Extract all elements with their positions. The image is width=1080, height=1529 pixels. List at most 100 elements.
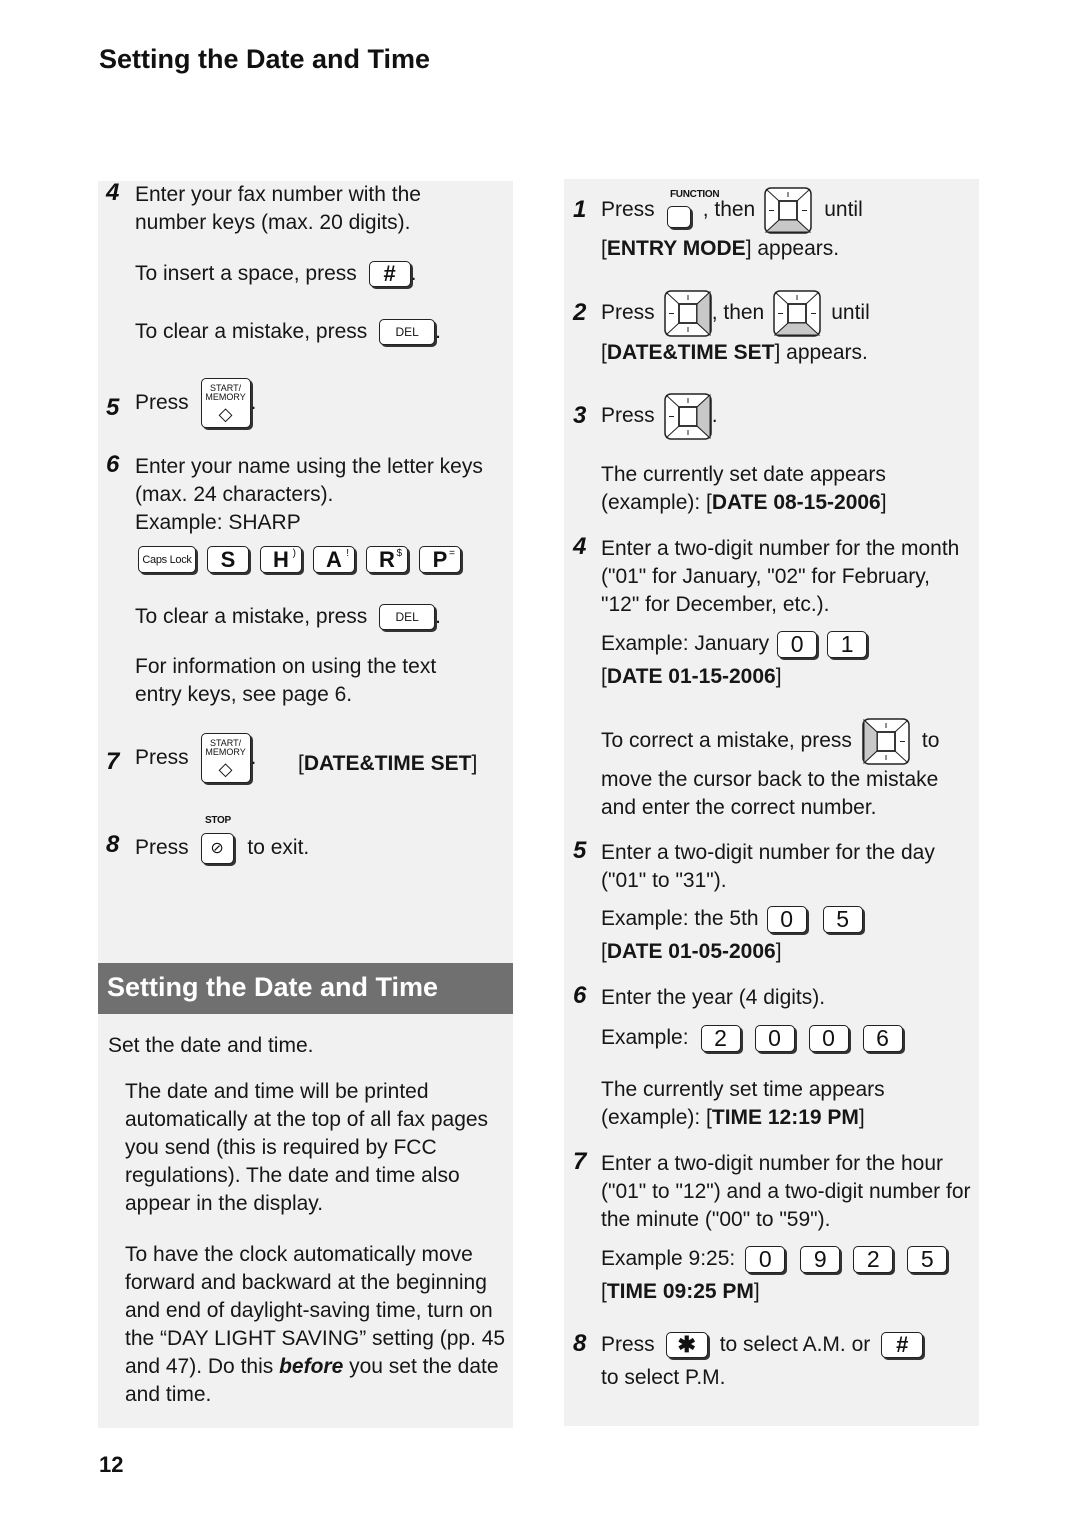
key-alt-label: $ bbox=[396, 548, 402, 559]
press-text: Press bbox=[601, 198, 655, 221]
example-prefix: (example): [ bbox=[601, 1106, 712, 1129]
step-5-row: Press START/ MEMORY ◇ . bbox=[135, 378, 256, 428]
step-8-row: Press ✱ to select A.M. or # bbox=[601, 1331, 924, 1359]
nav-pad-down-icon bbox=[773, 290, 821, 337]
del-key-icon: DEL bbox=[379, 604, 436, 631]
display-message: [DATE&TIME SET] bbox=[298, 750, 477, 778]
appears-text: ] appears. bbox=[745, 237, 840, 260]
letter-key-icon: P = bbox=[419, 546, 461, 573]
step-number: 5 bbox=[106, 394, 120, 421]
key-label: P bbox=[432, 546, 448, 572]
until-text: until bbox=[824, 198, 863, 221]
am-text: to select A.M. or bbox=[719, 1333, 871, 1356]
hash-key-icon: # bbox=[368, 261, 411, 288]
example-prefix: (example): [ bbox=[601, 491, 712, 514]
step-text: Enter a two-digit number for the hour ("… bbox=[601, 1152, 971, 1231]
step-text: Enter a two-digit number for the day ("0… bbox=[601, 841, 935, 892]
display-text: DATE&TIME SET bbox=[303, 752, 472, 775]
digit-key-icon: 5 bbox=[822, 905, 863, 933]
example-text: Example: the 5th bbox=[601, 907, 759, 930]
digit-key-icon: 2 bbox=[853, 1245, 894, 1273]
step-number: 1 bbox=[573, 196, 587, 223]
display-message: [DATE&TIME SET] appears. bbox=[601, 341, 868, 364]
step-number: 5 bbox=[573, 837, 587, 864]
key-label: R bbox=[379, 546, 395, 572]
start-symbol-icon: ◇ bbox=[218, 404, 233, 424]
stop-key-icon: ⊘ bbox=[200, 833, 234, 864]
bracket: ] bbox=[880, 491, 887, 514]
key-alt-label: ) bbox=[292, 548, 296, 559]
key-label: S bbox=[220, 546, 236, 572]
step-7-row: Press START/ MEMORY ◇ . bbox=[135, 733, 256, 783]
page-number: 12 bbox=[99, 1452, 124, 1477]
digit-key-icon: 0 bbox=[808, 1024, 849, 1052]
step-number: 7 bbox=[573, 1148, 587, 1175]
display-message: [DATE 01-15-2006] bbox=[601, 665, 782, 688]
section-heading: Setting the Date and Time bbox=[98, 963, 513, 1014]
digit-key-icon: 0 bbox=[777, 630, 818, 658]
nav-pad-down-icon bbox=[764, 187, 812, 234]
digit-key-icon: 0 bbox=[766, 905, 807, 933]
key-label: MEMORY bbox=[205, 747, 246, 757]
example-text: Example 9:25: bbox=[601, 1247, 736, 1270]
example-row: Example: January 0 1 bbox=[601, 630, 868, 658]
press-text: Press bbox=[135, 391, 189, 414]
display-message: [TIME 09:25 PM] bbox=[601, 1280, 760, 1303]
key-alt-label: ! bbox=[346, 548, 349, 559]
clear-mistake-instruction: To clear a mistake, press DEL. bbox=[135, 318, 441, 346]
key-alt-label: = bbox=[449, 548, 455, 559]
step-1-row: Press , then until bbox=[601, 186, 863, 234]
bracket: ] bbox=[858, 1106, 865, 1129]
function-key-icon bbox=[666, 206, 691, 228]
instruction-text: To clear a mistake, press bbox=[135, 320, 368, 343]
stop-key-label: STOP bbox=[205, 815, 231, 826]
hash-key-icon: # bbox=[881, 1332, 924, 1358]
nav-pad-right-icon bbox=[664, 393, 712, 440]
display-message: [ENTRY MODE] appears. bbox=[601, 237, 840, 260]
section-paragraph: To have the clock automatically move for… bbox=[125, 1241, 510, 1409]
digit-key-icon: 0 bbox=[745, 1245, 786, 1273]
letter-key-icon: R $ bbox=[366, 546, 408, 573]
digit-key-icon: 9 bbox=[800, 1245, 841, 1273]
instruction-text: To insert a space, press bbox=[135, 262, 357, 285]
example-text: Example: January bbox=[601, 632, 770, 655]
press-text: Press bbox=[135, 836, 189, 860]
step-text: Enter your fax number with the number ke… bbox=[135, 183, 421, 234]
digit-key-icon: 1 bbox=[827, 630, 868, 658]
after-text: to exit. bbox=[247, 836, 310, 860]
key-label: H bbox=[273, 546, 289, 572]
letter-key-icon: H) bbox=[260, 546, 302, 573]
step-8-row: Press ⊘ to exit. bbox=[135, 833, 309, 864]
step-text: Enter a two-digit number for the month (… bbox=[601, 537, 960, 616]
start-memory-key-icon: START/ MEMORY ◇ bbox=[200, 733, 251, 783]
display-text: TIME 12:19 PM bbox=[711, 1106, 859, 1129]
instruction-text: To clear a mistake, press bbox=[135, 605, 368, 628]
letter-keys: Caps Lock S H) A! R $ P = bbox=[138, 546, 461, 573]
step-number: 6 bbox=[106, 451, 120, 478]
example-row: Example 9:25: 0 9 2 5 bbox=[601, 1245, 948, 1273]
step-number: 8 bbox=[106, 831, 120, 858]
section-intro: Set the date and time. bbox=[108, 1034, 314, 1057]
step-text: Enter your name using the letter keys (m… bbox=[135, 455, 483, 506]
instruction-text: To correct a mistake, press bbox=[601, 729, 852, 752]
step-number: 7 bbox=[106, 748, 120, 775]
display-text: DATE 01-05-2006 bbox=[606, 940, 776, 963]
press-text: Press bbox=[601, 1333, 655, 1356]
step-number: 3 bbox=[573, 402, 587, 429]
step-2-row: Press , then until bbox=[601, 289, 870, 337]
appears-text: ] appears. bbox=[774, 341, 868, 364]
step-number: 6 bbox=[573, 982, 587, 1009]
press-text: Press bbox=[135, 746, 189, 769]
letter-key-icon: A! bbox=[313, 546, 355, 573]
nav-pad-left-icon bbox=[862, 718, 910, 765]
caps-lock-key-icon: Caps Lock bbox=[138, 546, 196, 573]
display-text: DATE&TIME SET bbox=[606, 341, 775, 364]
time-example: (example): [TIME 12:19 PM] bbox=[601, 1104, 865, 1132]
emphasis-text: before bbox=[279, 1355, 344, 1378]
digit-key-icon: 5 bbox=[907, 1245, 948, 1273]
page-title: Setting the Date and Time bbox=[99, 44, 431, 74]
digit-key-icon: 0 bbox=[754, 1024, 795, 1052]
pm-text: to select P.M. bbox=[601, 1366, 726, 1389]
step-number: 4 bbox=[106, 179, 120, 206]
key-label: A bbox=[326, 546, 342, 572]
